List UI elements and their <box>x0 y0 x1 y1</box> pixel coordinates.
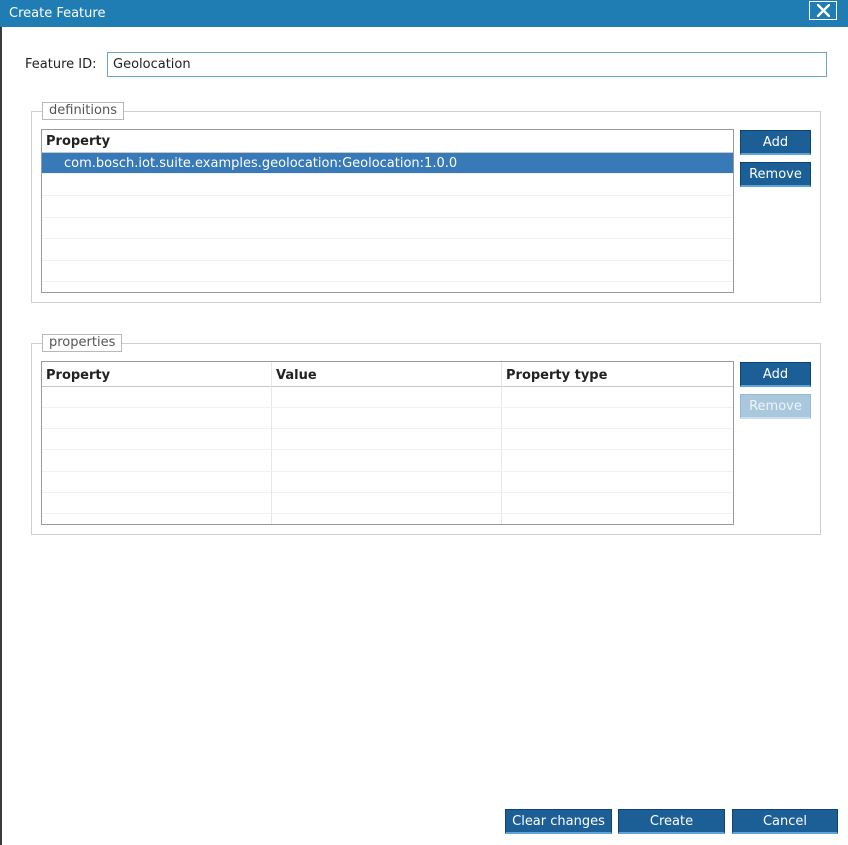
dialog-titlebar: Create Feature <box>0 0 848 27</box>
window-left-border <box>0 0 2 845</box>
definitions-legend: definitions <box>42 102 124 120</box>
table-row[interactable] <box>42 472 733 493</box>
properties-remove-button[interactable]: Remove <box>740 394 811 419</box>
table-row[interactable] <box>42 218 733 239</box>
column-header-property: Property <box>46 368 111 383</box>
close-button[interactable] <box>809 1 837 20</box>
definition-value: com.bosch.iot.suite.examples.geolocation… <box>64 156 458 171</box>
close-icon <box>817 4 830 17</box>
feature-id-label: Feature ID: <box>25 57 97 72</box>
table-row[interactable] <box>42 493 733 514</box>
table-row[interactable] <box>42 387 733 408</box>
definitions-add-button[interactable]: Add <box>740 130 811 155</box>
properties-legend: properties <box>42 334 123 352</box>
dialog-title: Create Feature <box>9 6 106 21</box>
column-header-value: Value <box>276 368 317 383</box>
table-row[interactable] <box>42 451 733 472</box>
table-row[interactable]: com.bosch.iot.suite.examples.geolocation… <box>42 153 733 174</box>
feature-id-input[interactable] <box>107 52 827 77</box>
table-row[interactable] <box>42 429 733 450</box>
clear-changes-button[interactable]: Clear changes <box>505 809 612 834</box>
column-header-property: Property <box>46 134 111 149</box>
table-row[interactable] <box>42 261 733 282</box>
definitions-table: Property com.bosch.iot.suite.examples.ge… <box>41 129 734 293</box>
table-row[interactable] <box>42 408 733 429</box>
cancel-button[interactable]: Cancel <box>732 809 838 834</box>
table-row[interactable] <box>42 240 733 261</box>
properties-table-header: Property Value Property type <box>42 362 733 387</box>
create-button[interactable]: Create <box>618 809 725 834</box>
definitions-table-header: Property <box>42 130 733 153</box>
table-row[interactable] <box>42 175 733 196</box>
properties-table: Property Value Property type <box>41 361 734 525</box>
column-header-property-type: Property type <box>506 368 608 383</box>
table-row[interactable] <box>42 197 733 218</box>
definitions-remove-button[interactable]: Remove <box>740 162 811 187</box>
properties-add-button[interactable]: Add <box>740 362 811 387</box>
